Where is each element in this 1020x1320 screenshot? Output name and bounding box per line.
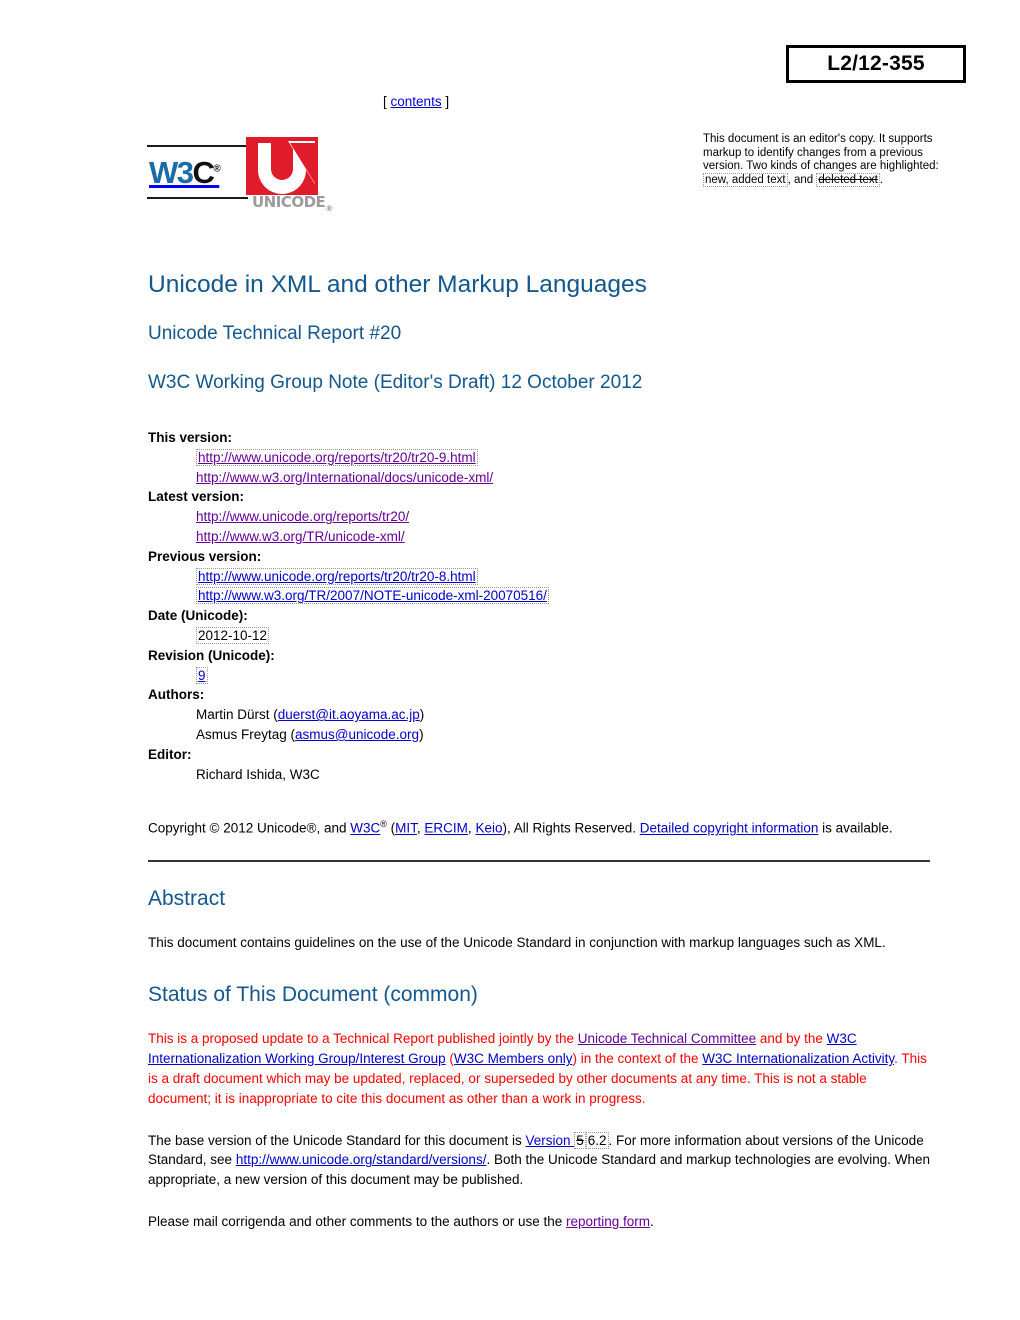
copyright-notice: Copyright © 2012 Unicode®, and W3C® (MIT… xyxy=(148,815,930,838)
status-paragraph-3: Please mail corrigenda and other comment… xyxy=(148,1212,930,1232)
previous-version-w3c-link[interactable]: http://www.w3.org/TR/2007/NOTE-unicode-x… xyxy=(198,588,547,603)
reporting-form-link[interactable]: reporting form xyxy=(566,1214,650,1229)
version-info-value: http://www.w3.org/TR/2007/NOTE-unicode-x… xyxy=(196,586,930,606)
version-info-value: 9 xyxy=(196,666,930,686)
bracket-open: [ xyxy=(383,94,387,109)
mit-link[interactable]: MIT xyxy=(395,821,417,836)
revision-number-link[interactable]: 9 xyxy=(198,668,206,683)
version-info-term: Date (Unicode): xyxy=(148,608,248,624)
document-number-box: L2/12-355 xyxy=(786,45,966,83)
editor-note-deleted-example: deleted text xyxy=(816,172,880,187)
w3c-link[interactable]: W3C xyxy=(350,821,380,836)
added-highlight: http://www.unicode.org/reports/tr20/tr20… xyxy=(196,448,478,466)
ercim-link[interactable]: ERCIM xyxy=(424,821,468,836)
added-highlight: 2012-10-12 xyxy=(196,626,270,644)
status-paragraph-2: The base version of the Unicode Standard… xyxy=(148,1131,930,1190)
version-info-value: http://www.unicode.org/reports/tr20/ xyxy=(196,507,930,527)
publication-status-subtitle: W3C Working Group Note (Editor's Draft) … xyxy=(148,372,643,393)
editor-note-text-before: This document is an editor's copy. It su… xyxy=(703,133,939,173)
unicode-wordmark-tm: ® xyxy=(325,204,333,213)
author-email-link[interactable]: asmus@unicode.org xyxy=(295,727,419,742)
added-highlight: http://www.unicode.org/reports/tr20/tr20… xyxy=(196,567,478,585)
w3c-logo-c: C xyxy=(192,154,215,190)
status-text-2: and by the xyxy=(756,1031,827,1047)
document-number: L2/12-355 xyxy=(827,52,925,75)
editors-copy-note: This document is an editor's copy. It su… xyxy=(703,133,948,187)
version-info-value: http://www.w3.org/International/docs/uni… xyxy=(196,468,930,488)
unicode-wordmark: UNICODE® xyxy=(252,195,333,213)
document-body: Unicode in XML and other Markup Language… xyxy=(148,270,930,1232)
latest-version-unicode-link[interactable]: http://www.unicode.org/reports/tr20/ xyxy=(196,509,409,524)
status-heading: Status of This Document (common) xyxy=(148,983,478,1007)
version-info-value: http://www.unicode.org/reports/tr20/tr20… xyxy=(196,567,930,587)
status-text-3: ( xyxy=(445,1051,454,1067)
version-info-term: Revision (Unicode): xyxy=(148,647,275,663)
editor-note-text-after: . xyxy=(879,173,884,186)
base-version-text-1: The base version of the Unicode Standard… xyxy=(148,1132,526,1148)
keio-link[interactable]: Keio xyxy=(475,821,502,836)
added-highlight: http://www.w3.org/TR/2007/NOTE-unicode-x… xyxy=(196,587,549,605)
this-version-w3c-link[interactable]: http://www.w3.org/International/docs/uni… xyxy=(196,470,493,485)
page-title: Unicode in XML and other Markup Language… xyxy=(148,271,647,298)
status-paragraph-1: This is a proposed update to a Technical… xyxy=(148,1029,930,1108)
unicode-wordmark-text: UNICODE xyxy=(252,193,326,211)
status-text-4: ) in the context of the xyxy=(572,1051,703,1067)
contents-link[interactable]: contents xyxy=(391,94,442,109)
author-paren: ) xyxy=(419,707,425,723)
w3c-logo[interactable]: W3C® xyxy=(147,145,248,199)
unicode-version-link[interactable]: Version xyxy=(525,1133,574,1148)
author-email-link[interactable]: duerst@it.aoyama.ac.jp xyxy=(278,707,420,722)
editor-note-text-middle: , and xyxy=(787,173,817,186)
unicode-versions-url-link[interactable]: http://www.unicode.org/standard/versions… xyxy=(236,1152,487,1167)
w3c-logo-w3: W3 xyxy=(149,154,194,190)
w3c-i18n-activity-link[interactable]: W3C Internationalization Activity xyxy=(702,1051,894,1066)
registered-mark: ® xyxy=(380,819,387,830)
corrigenda-text-2: . xyxy=(650,1214,654,1230)
version-info-term: Latest version: xyxy=(148,489,245,505)
w3c-logo-registered: ® xyxy=(213,163,220,175)
unicode-u-mark-icon xyxy=(246,137,318,195)
author-paren: ) xyxy=(419,726,424,742)
author-name: Asmus Freytag ( xyxy=(196,726,296,742)
version-info-list: This version: http://www.unicode.org/rep… xyxy=(148,428,930,784)
report-number-subtitle: Unicode Technical Report #20 xyxy=(148,323,402,344)
version-info-value: 2012-10-12 xyxy=(196,626,930,646)
horizontal-divider xyxy=(148,859,930,862)
copyright-text-1: Copyright © 2012 Unicode®, and xyxy=(148,820,351,836)
w3c-logo-text: W3C® xyxy=(149,154,221,190)
abstract-paragraph: This document contains guidelines on the… xyxy=(148,934,886,950)
status-text-1: This is a proposed update to a Technical… xyxy=(148,1031,578,1047)
corrigenda-text-1: Please mail corrigenda and other comment… xyxy=(148,1214,566,1230)
version-info-value: Martin Dürst (duerst@it.aoyama.ac.jp) xyxy=(196,705,930,725)
contents-link-line: [ contents ] xyxy=(383,94,449,109)
unicode-technical-committee-link[interactable]: Unicode Technical Committee xyxy=(578,1031,756,1046)
bracket-close: ] xyxy=(445,94,450,109)
deleted-version-number: 5 xyxy=(574,1131,586,1149)
abstract-heading: Abstract xyxy=(148,886,226,910)
version-info-term: This version: xyxy=(148,430,233,445)
previous-version-unicode-link[interactable]: http://www.unicode.org/reports/tr20/tr20… xyxy=(198,569,476,584)
version-info-term: Editor: xyxy=(148,746,192,762)
copyright-text-3: is available. xyxy=(818,820,893,836)
added-version-number: 6.2 xyxy=(585,1131,609,1149)
version-info-value: http://www.w3.org/TR/unicode-xml/ xyxy=(196,527,930,547)
detailed-copyright-link[interactable]: Detailed copyright information xyxy=(640,821,819,836)
copyright-open-paren: ( xyxy=(386,820,396,836)
version-info-value: Richard Ishida, W3C xyxy=(196,766,320,782)
version-info-term: Previous version: xyxy=(148,548,262,564)
copyright-text-2: ), All Rights Reserved. xyxy=(502,820,640,836)
version-info-value: Asmus Freytag (asmus@unicode.org) xyxy=(196,725,930,745)
this-version-unicode-link[interactable]: http://www.unicode.org/reports/tr20/tr20… xyxy=(198,450,476,465)
added-highlight: 9 xyxy=(196,666,208,684)
editor-note-added-example: new, added text xyxy=(703,172,788,187)
unicode-logo[interactable]: UNICODE® xyxy=(246,137,334,215)
version-info-term: Authors: xyxy=(148,687,205,703)
author-name: Martin Dürst ( xyxy=(196,707,278,723)
version-info-value: http://www.unicode.org/reports/tr20/tr20… xyxy=(196,448,930,468)
w3c-members-only-link[interactable]: W3C Members only xyxy=(454,1051,573,1066)
latest-version-w3c-link[interactable]: http://www.w3.org/TR/unicode-xml/ xyxy=(196,529,405,544)
